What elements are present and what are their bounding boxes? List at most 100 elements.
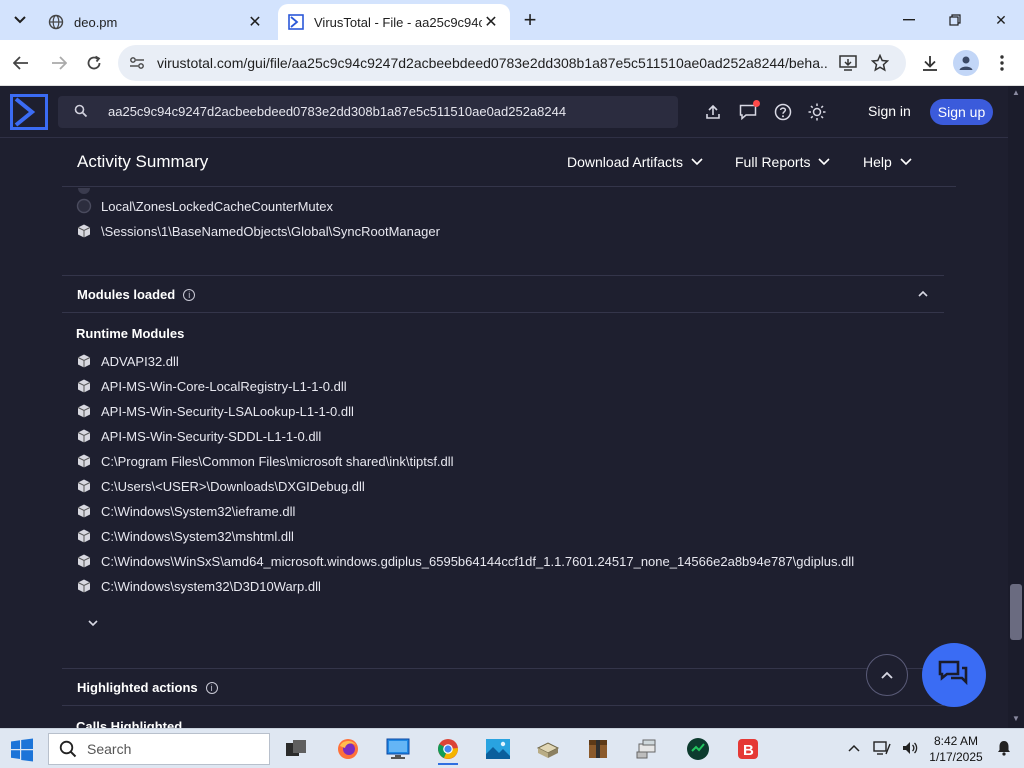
sun-icon (808, 103, 826, 121)
close-icon[interactable]: ✕ (246, 13, 264, 31)
network-tray-icon[interactable] (872, 737, 892, 759)
chevron-down-icon (900, 158, 912, 166)
sign-up-button[interactable]: Sign up (930, 99, 993, 125)
module-item: API-MS-Win-Core-LocalRegistry-L1-1-0.dll (76, 376, 347, 396)
arrow-left-icon (13, 56, 28, 70)
virustotal-icon (288, 14, 304, 30)
chrome-icon[interactable] (428, 733, 468, 765)
brave-icon[interactable]: B (728, 733, 768, 765)
chevron-down-icon[interactable] (87, 618, 99, 628)
firefox-icon[interactable] (328, 733, 368, 765)
search-value[interactable]: aa25c9c94c9247d2acbeebdeed0783e2dd308b1a… (108, 104, 566, 119)
mutex-item: \Sessions\1\BaseNamedObjects\Global\Sync… (76, 221, 440, 241)
module-path: C:\Windows\System32\ieframe.dll (101, 503, 296, 519)
virustotal-logo[interactable] (10, 94, 48, 130)
windows-taskbar: Search B 8:42 AM 1/17/2025 (0, 728, 1024, 768)
tab-virustotal[interactable]: VirusTotal - File - aa25c9c94c92 ✕ (278, 4, 510, 40)
new-tab-button[interactable]: + (518, 9, 542, 32)
module-path: C:\Windows\WinSxS\amd64_microsoft.window… (101, 553, 855, 569)
close-window-button[interactable]: ✕ (978, 0, 1024, 40)
chat-icon (938, 660, 968, 686)
photos-icon[interactable] (478, 733, 518, 765)
terminal-icon[interactable] (678, 733, 718, 765)
start-button[interactable] (10, 738, 34, 762)
chevron-up-icon (881, 671, 893, 679)
reload-button[interactable] (81, 50, 107, 76)
archive-icon[interactable] (578, 733, 618, 765)
section-divider (62, 312, 944, 313)
scroll-up-arrow-icon[interactable]: ▲ (1012, 88, 1020, 97)
help-button[interactable] (773, 102, 793, 122)
scroll-to-top-button[interactable] (866, 654, 908, 696)
module-path: C:\Program Files\Common Files\microsoft … (101, 453, 454, 469)
module-item: API-MS-Win-Security-LSALookup-L1-1-0.dll (76, 401, 354, 421)
theme-toggle-button[interactable] (807, 102, 827, 122)
help-menu[interactable]: Help (863, 154, 912, 170)
minimize-icon (903, 19, 915, 21)
search-placeholder: Search (87, 741, 132, 757)
module-item: C:\Program Files\Common Files\microsoft … (76, 451, 454, 471)
bookmark-star-icon[interactable] (870, 53, 890, 73)
scrollbar-thumb[interactable] (1010, 584, 1022, 640)
virustotal-header: aa25c9c94c9247d2acbeebdeed0783e2dd308b1a… (0, 86, 1008, 138)
windows-logo-icon (11, 738, 33, 762)
close-icon[interactable]: ✕ (482, 13, 500, 31)
modules-loaded-header[interactable]: Modules loaded i (77, 287, 196, 302)
address-bar[interactable]: virustotal.com/gui/file/aa25c9c94c9247d2… (118, 45, 906, 81)
minimize-button[interactable] (886, 0, 932, 40)
scanner-icon[interactable] (528, 733, 568, 765)
person-icon (959, 56, 973, 70)
restore-icon (949, 14, 961, 26)
downloads-button[interactable] (917, 50, 943, 76)
search-icon (59, 740, 77, 758)
upload-button[interactable] (703, 102, 723, 122)
module-path: C:\Windows\system32\D3D10Warp.dll (101, 578, 321, 594)
clock-time: 8:42 AM (933, 734, 979, 748)
info-icon[interactable]: i (183, 288, 196, 301)
install-app-icon[interactable] (838, 53, 858, 73)
taskbar-search-box[interactable]: Search (48, 733, 270, 765)
module-path: C:\Users\<USER>\Downloads\DXGIDebug.dll (101, 478, 365, 494)
profile-avatar[interactable] (953, 50, 979, 76)
module-path: API-MS-Win-Core-LocalRegistry-L1-1-0.dll (101, 378, 347, 394)
task-view-icon[interactable] (276, 733, 316, 765)
kebab-menu-icon (1000, 55, 1004, 71)
system-clock[interactable]: 8:42 AM 1/17/2025 (928, 733, 984, 765)
module-path: API-MS-Win-Security-LSALookup-L1-1-0.dll (101, 403, 354, 419)
volume-icon[interactable] (900, 737, 920, 759)
chat-button[interactable] (922, 643, 986, 707)
sign-in-link[interactable]: Sign in (868, 103, 911, 119)
module-item: C:\Windows\WinSxS\amd64_microsoft.window… (76, 551, 854, 571)
chevron-up-icon[interactable] (916, 288, 930, 300)
tab-search-button[interactable] (8, 8, 32, 32)
remote-desktop-icon[interactable] (378, 733, 418, 765)
calls-highlighted-heading: Calls Highlighted (76, 719, 183, 728)
forward-button[interactable] (46, 50, 72, 76)
notifications-bell-icon[interactable] (994, 737, 1014, 759)
back-button[interactable] (8, 50, 34, 76)
site-settings-icon[interactable] (128, 54, 146, 72)
tab-title: VirusTotal - File - aa25c9c94c92 (314, 14, 482, 30)
highlighted-actions-header[interactable]: Highlighted actions i (77, 680, 218, 695)
module-item: ADVAPI32.dll (76, 351, 179, 371)
menu-label: Full Reports (735, 154, 811, 170)
cube-icon (76, 428, 92, 444)
browser-menu-button[interactable] (989, 50, 1015, 76)
notifications-button[interactable] (738, 100, 760, 122)
section-divider (62, 668, 944, 669)
download-artifacts-menu[interactable]: Download Artifacts (567, 154, 703, 170)
url-text[interactable]: virustotal.com/gui/file/aa25c9c94c9247d2… (157, 55, 827, 71)
svg-text:B: B (743, 742, 754, 759)
search-icon (74, 104, 90, 120)
scroll-down-arrow-icon[interactable]: ▼ (1012, 714, 1020, 723)
info-icon[interactable]: i (205, 681, 218, 694)
full-reports-menu[interactable]: Full Reports (735, 154, 831, 170)
hash-search-input[interactable]: aa25c9c94c9247d2acbeebdeed0783e2dd308b1a… (58, 96, 678, 128)
network-icon[interactable] (628, 733, 668, 765)
tab-deo[interactable]: deo.pm ✕ (38, 4, 274, 40)
help-circle-icon (774, 103, 792, 121)
restore-button[interactable] (932, 0, 978, 40)
browser-toolbar: virustotal.com/gui/file/aa25c9c94c9247d2… (0, 40, 1024, 86)
chevron-down-icon (14, 16, 26, 24)
tray-overflow-icon[interactable] (844, 737, 864, 759)
